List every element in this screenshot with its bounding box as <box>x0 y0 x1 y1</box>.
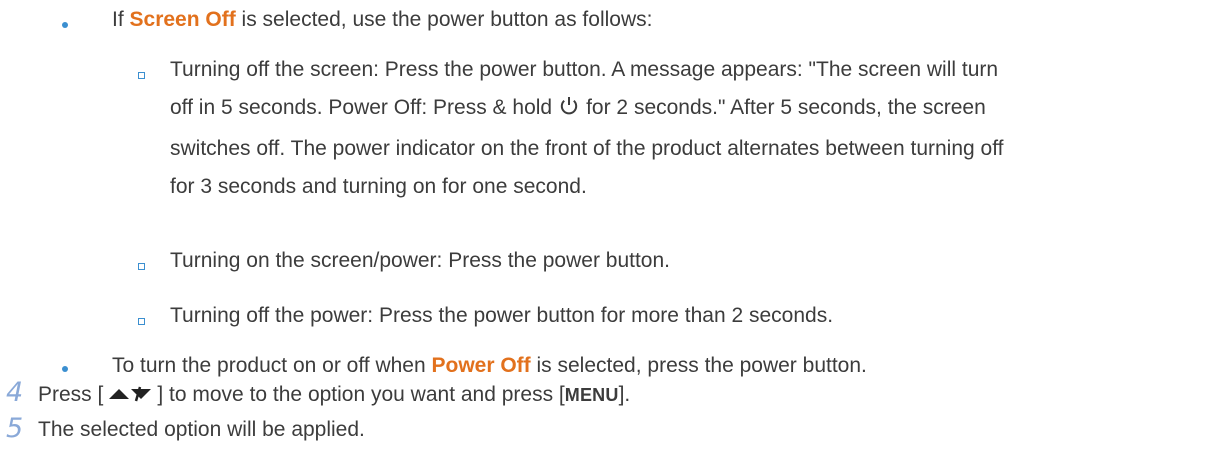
step-text: Press [ <box>38 383 104 406</box>
sub-bullet-square <box>138 318 145 325</box>
power-off-label: Power Off <box>431 354 531 377</box>
bullet-text-prefix: To turn the product on or off when <box>112 354 432 377</box>
sub-item-line: for 3 seconds and turning on for one sec… <box>170 175 587 198</box>
bullet-item-power-off: To turn the product on or off when Power… <box>112 351 867 381</box>
step-number: 5 <box>6 413 24 444</box>
sub-item-turn-off-screen: Turning off the screen: Press the power … <box>170 55 1210 202</box>
sub-item-turn-off-power: Turning off the power: Press the power b… <box>170 304 834 327</box>
sub-item-turn-on-screen: Turning on the screen/power: Press the p… <box>170 249 671 272</box>
sub-bullet-square <box>138 263 145 270</box>
up-down-arrows-icon <box>107 382 153 412</box>
bullet-text-suffix: is selected, use the power button as fol… <box>235 8 653 31</box>
sub-item-text: for 2 seconds." After 5 seconds, the scr… <box>586 96 986 119</box>
bullet-item-screen-off: If Screen Off is selected, use the power… <box>112 5 652 35</box>
sub-item-line: off in 5 seconds. Power Off: Press & hol… <box>170 93 1210 126</box>
bullet-dot <box>62 22 68 28</box>
sub-item-text: off in 5 seconds. Power Off: Press & hol… <box>170 96 553 119</box>
step-number: 4 <box>6 377 24 408</box>
sub-item-line: Turning off the screen: Press the power … <box>170 58 999 81</box>
sub-item-line: switches off. The power indicator on the… <box>170 137 1004 160</box>
bullet-dot <box>62 366 68 372</box>
step-text: ] to move to the option you want and pre… <box>157 383 565 406</box>
sub-bullet-square <box>138 72 145 79</box>
power-icon <box>558 95 580 126</box>
bullet-text-prefix: If <box>112 8 130 31</box>
step-4-text: Press [ ] to move to the option you want … <box>38 380 630 412</box>
menu-key: MENU <box>564 385 619 405</box>
screen-off-label: Screen Off <box>129 8 236 31</box>
step-5-text: The selected option will be applied. <box>38 418 365 441</box>
bullet-text-suffix: is selected, press the power button. <box>530 354 867 377</box>
step-text: ]. <box>618 383 631 406</box>
